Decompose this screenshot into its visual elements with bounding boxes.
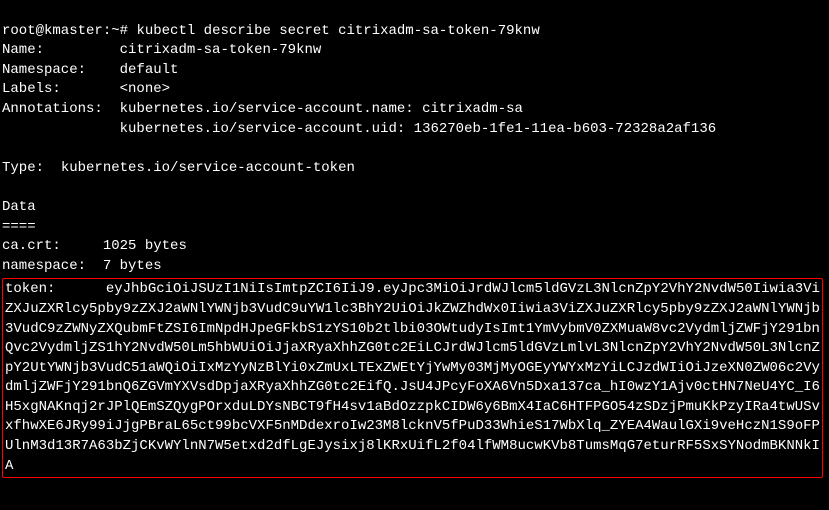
labels-value: <none> — [120, 81, 170, 97]
data-header: Data — [2, 199, 36, 215]
annotations-line-2: kubernetes.io/service-account.uid: 13627… — [2, 121, 716, 137]
namespace-label: Namespace: — [2, 62, 86, 78]
blank-line-1 — [2, 140, 10, 156]
cacrt-label: ca.crt: — [2, 238, 61, 254]
namespace-line: Namespace: default — [2, 62, 178, 78]
annotations-label: Annotations: — [2, 101, 103, 117]
annotations-line-1: Annotations: kubernetes.io/service-accou… — [2, 101, 523, 117]
blank-line-2 — [2, 179, 10, 195]
name-line: Name: citrixadm-sa-token-79knw — [2, 42, 321, 58]
token-value: eyJhbGciOiJSUzI1NiIsImtpZCI6IiJ9.eyJpc3M… — [5, 281, 820, 473]
cacrt-value: 1025 bytes — [103, 238, 187, 254]
namespace-value: default — [120, 62, 179, 78]
name-label: Name: — [2, 42, 44, 58]
token-highlight-box: token: eyJhbGciOiJSUzI1NiIsImtpZCI6IiJ9.… — [2, 278, 823, 478]
ns-data-label: namespace: — [2, 258, 86, 274]
data-divider-line: ==== — [2, 219, 36, 235]
type-line: Type: kubernetes.io/service-account-toke… — [2, 160, 355, 176]
type-label: Type: — [2, 160, 44, 176]
prompt-path: ~ — [111, 23, 119, 39]
annotations-value-2: kubernetes.io/service-account.uid: 13627… — [120, 121, 717, 137]
labels-label: Labels: — [2, 81, 61, 97]
name-value: citrixadm-sa-token-79knw — [120, 42, 322, 58]
prompt-symbol: # — [120, 23, 128, 39]
prompt-user-host: root@kmaster — [2, 23, 103, 39]
namespace-data-line: namespace: 7 bytes — [2, 258, 162, 274]
annotations-value-1: kubernetes.io/service-account.name: citr… — [120, 101, 523, 117]
labels-line: Labels: <none> — [2, 81, 170, 97]
token-label: token: — [5, 281, 55, 297]
data-divider: ==== — [2, 219, 36, 235]
command-text: kubectl describe secret citrixadm-sa-tok… — [136, 23, 539, 39]
cacrt-line: ca.crt: 1025 bytes — [2, 238, 187, 254]
command-line: root@kmaster:~# kubectl describe secret … — [2, 23, 540, 39]
data-header-line: Data — [2, 199, 36, 215]
ns-data-value: 7 bytes — [103, 258, 162, 274]
terminal-window[interactable]: root@kmaster:~# kubectl describe secret … — [2, 2, 827, 508]
type-value: kubernetes.io/service-account-token — [61, 160, 355, 176]
